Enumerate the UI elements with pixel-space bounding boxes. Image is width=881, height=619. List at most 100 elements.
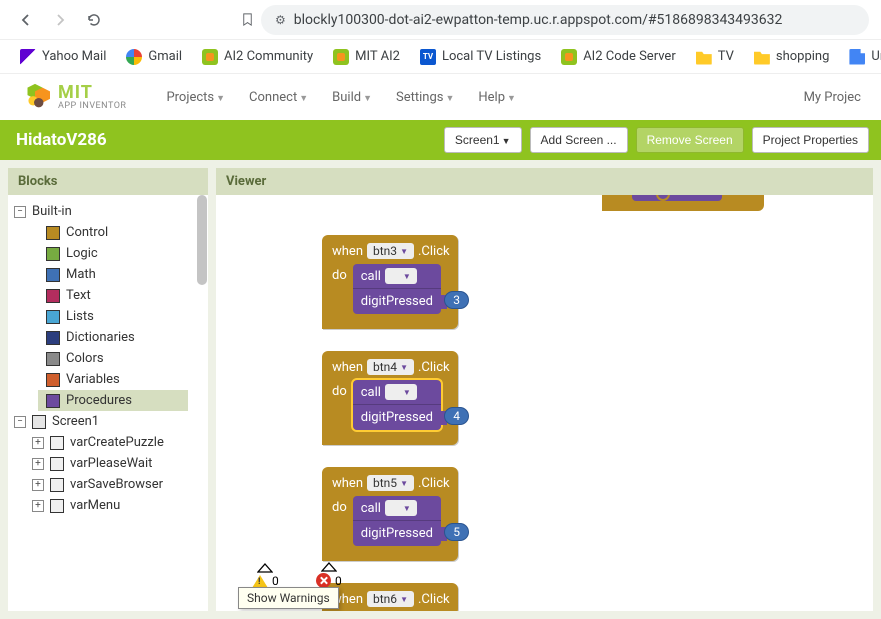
cat-variables[interactable]: Variables: [8, 369, 208, 390]
var-icon: [50, 478, 64, 492]
call-block[interactable]: call ▼: [353, 380, 441, 404]
viewer-canvas-wrap[interactable]: whenbtn3 ▼.Clickdocall ▼digitPressed3whe…: [216, 195, 873, 611]
nav-back-button[interactable]: [12, 6, 40, 34]
cat-logic[interactable]: Logic: [8, 243, 208, 264]
project-bar: HidatoV286 Screen1▼ Add Screen ... Remov…: [0, 120, 881, 160]
digit-block[interactable]: digitPressed3: [353, 288, 441, 314]
event-block[interactable]: whenbtn5 ▼.Clickdocall ▼digitPressed5: [322, 467, 458, 561]
event-block-stub[interactable]: [602, 195, 764, 211]
folder-icon: [754, 49, 770, 65]
bookmark-item[interactable]: shopping: [746, 45, 838, 69]
blocks-panel-header: Blocks: [8, 168, 208, 195]
nav-reload-button[interactable]: [80, 6, 108, 34]
call-block[interactable]: call ▼: [353, 264, 441, 288]
cat-colors[interactable]: Colors: [8, 348, 208, 369]
bookmark-item[interactable]: TVLocal TV Listings: [412, 45, 549, 69]
tree-var[interactable]: +varCreatePuzzle: [8, 432, 208, 453]
proc-dropdown[interactable]: ▼: [385, 500, 417, 516]
expand-icon[interactable]: +: [32, 437, 44, 449]
expand-icon[interactable]: +: [32, 479, 44, 491]
cat-lists[interactable]: Lists: [8, 306, 208, 327]
cat-dictionaries[interactable]: Dictionaries: [8, 327, 208, 348]
yahoo-icon: [20, 49, 36, 65]
digit-block[interactable]: digitPressed5: [353, 520, 441, 546]
menu-connect[interactable]: Connect▼: [239, 86, 318, 109]
event-suffix: .Click: [418, 476, 450, 491]
expand-icon[interactable]: +: [32, 458, 44, 470]
collapse-icon[interactable]: −: [14, 416, 26, 428]
menu-help[interactable]: Help▼: [468, 86, 526, 109]
do-body[interactable]: call ▼digitPressed5: [353, 496, 441, 546]
event-block[interactable]: whenbtn3 ▼.Clickdocall ▼digitPressed3: [322, 235, 458, 329]
component-dropdown[interactable]: btn4 ▼: [367, 359, 414, 375]
menu-projects[interactable]: Projects▼: [156, 86, 235, 109]
bookmark-item[interactable]: TV: [688, 45, 742, 69]
menu-build[interactable]: Build▼: [322, 86, 382, 109]
bee-icon: [20, 83, 50, 111]
event-block[interactable]: whenbtn4 ▼.Clickdocall ▼digitPressed4: [322, 351, 458, 445]
ai2-icon: [333, 49, 349, 65]
mit-logo[interactable]: MIT APP INVENTOR: [20, 83, 126, 111]
bookmarks-bar: Yahoo Mail Gmail AI2 Community MIT AI2 T…: [0, 40, 881, 74]
add-screen-button[interactable]: Add Screen ...: [530, 127, 628, 153]
bookmark-item[interactable]: Yahoo Mail: [12, 45, 114, 69]
tree-var[interactable]: +varPleaseWait: [8, 453, 208, 474]
tree-var[interactable]: +varSaveBrowser: [8, 474, 208, 495]
bookmark-item[interactable]: Unchiv: [841, 45, 881, 69]
warning-count: 0: [272, 574, 279, 588]
site-settings-icon[interactable]: ⚙: [275, 13, 286, 27]
project-title: HidatoV286: [12, 130, 107, 150]
warnings-tooltip: Show Warnings: [238, 587, 339, 609]
tree-scrollbar[interactable]: [196, 195, 208, 611]
url-text: blockly100300-dot-ai2-ewpatton-temp.uc.r…: [294, 12, 783, 28]
cat-math[interactable]: Math: [8, 264, 208, 285]
color-swatch: [46, 331, 60, 345]
number-literal[interactable]: 4: [444, 407, 469, 425]
expand-icon[interactable]: +: [32, 500, 44, 512]
component-dropdown[interactable]: btn5 ▼: [367, 475, 414, 491]
bookmark-item[interactable]: AI2 Code Server: [553, 45, 684, 69]
digit-block[interactable]: digitPressed4: [353, 404, 441, 430]
nav-forward-button[interactable]: [46, 6, 74, 34]
do-body[interactable]: call ▼digitPressed3: [353, 264, 441, 314]
do-body[interactable]: call ▼digitPressed4: [353, 380, 441, 430]
proc-dropdown[interactable]: ▼: [385, 384, 417, 400]
address-bar[interactable]: ⚙ blockly100300-dot-ai2-ewpatton-temp.uc…: [261, 5, 869, 35]
color-swatch: [46, 352, 60, 366]
tv-icon: TV: [420, 49, 436, 65]
viewer-canvas[interactable]: whenbtn3 ▼.Clickdocall ▼digitPressed3whe…: [216, 195, 873, 611]
blocks-tree[interactable]: − Built-in Control Logic Math Text Lists…: [8, 195, 208, 611]
tree-var[interactable]: +varMenu: [8, 495, 208, 516]
bookmark-item[interactable]: AI2 Community: [194, 45, 321, 69]
component-dropdown[interactable]: btn3 ▼: [367, 243, 414, 259]
bookmark-item[interactable]: MIT AI2: [325, 45, 408, 69]
screen-selector[interactable]: Screen1▼: [444, 127, 522, 153]
component-dropdown[interactable]: btn6 ▼: [367, 591, 414, 607]
collapse-icon[interactable]: −: [14, 206, 26, 218]
bookmark-item[interactable]: Gmail: [118, 45, 190, 69]
when-label: when: [332, 244, 363, 259]
when-label: when: [332, 360, 363, 375]
proc-dropdown[interactable]: ▼: [385, 268, 417, 284]
bookmark-icon[interactable]: [240, 12, 255, 27]
remove-screen-button[interactable]: Remove Screen: [636, 127, 744, 153]
number-literal[interactable]: 5: [444, 523, 469, 541]
project-properties-button[interactable]: Project Properties: [752, 127, 869, 153]
cat-control[interactable]: Control: [8, 222, 208, 243]
cat-procedures[interactable]: Procedures: [38, 390, 188, 411]
scroll-thumb[interactable]: [197, 195, 207, 285]
event-block[interactable]: whenbtn6 ▼.Click: [322, 583, 458, 611]
call-block[interactable]: call ▼: [353, 496, 441, 520]
color-swatch: [46, 373, 60, 387]
event-suffix: .Click: [418, 592, 450, 607]
error-count: 0: [335, 574, 342, 588]
cat-text[interactable]: Text: [8, 285, 208, 306]
logo-sub: APP INVENTOR: [58, 102, 126, 111]
menu-settings[interactable]: Settings▼: [386, 86, 464, 109]
browser-toolbar: ⚙ blockly100300-dot-ai2-ewpatton-temp.uc…: [0, 0, 881, 40]
number-literal[interactable]: 3: [444, 291, 469, 309]
event-suffix: .Click: [418, 360, 450, 375]
tree-screen1[interactable]: − Screen1: [8, 411, 208, 432]
menu-my-projects[interactable]: My Projec: [804, 90, 861, 105]
tree-builtin[interactable]: − Built-in: [8, 201, 208, 222]
